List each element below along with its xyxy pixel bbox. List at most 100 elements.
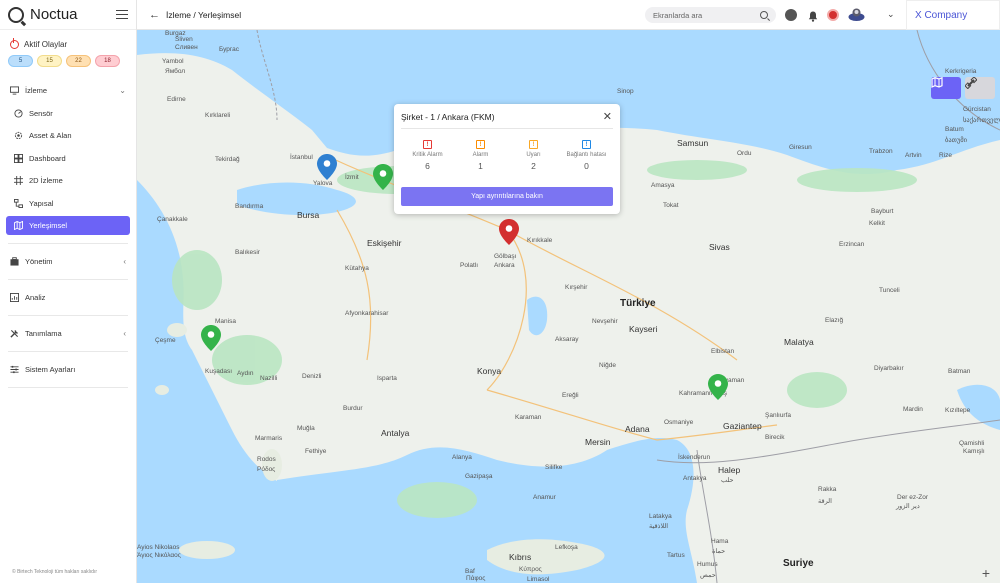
map-label: Trabzon [869, 148, 893, 155]
active-events-header[interactable]: Aktif Olaylar [0, 38, 136, 49]
sidebar-item-label: Yönetim [25, 257, 53, 266]
map-label: Bursa [297, 210, 320, 220]
sidebar-item-sensor[interactable]: Sensör [6, 104, 130, 123]
map-label: Tunceli [879, 287, 900, 294]
map-label: Burdur [343, 405, 363, 412]
map-label: Bayburt [871, 208, 894, 215]
map-label: حماة [712, 548, 726, 555]
bell-icon[interactable] [808, 9, 818, 22]
sidebar-item-yerlesimsel[interactable]: Yerleşimsel [6, 216, 130, 235]
map-label: Lefkoşa [555, 544, 578, 551]
settings-icon [14, 131, 23, 140]
sidebar-item-sistem-ayarlari[interactable]: Sistem Ayarları [6, 360, 130, 379]
zoom-in-icon[interactable]: + [982, 565, 990, 581]
sidebar-item-dashboard[interactable]: Dashboard [6, 149, 130, 168]
map-label: Sinop [617, 88, 634, 95]
map-label: Batum [945, 126, 964, 133]
map-label: اللاذقية [649, 523, 669, 530]
map-label: Edirne [167, 96, 186, 103]
monitor-icon [10, 86, 19, 95]
back-arrow-icon[interactable]: ← [149, 9, 160, 21]
map-label: Ямбол [165, 68, 186, 75]
search-placeholder: Ekranlarda ara [653, 10, 703, 20]
chevron-down-icon[interactable]: ⌄ [887, 9, 895, 20]
map-view-button[interactable] [931, 77, 961, 99]
sidebar-item-yonetim[interactable]: Yönetim ‹ [6, 252, 130, 271]
map-label: Anamur [533, 494, 556, 501]
satellite-view-button[interactable] [965, 77, 995, 99]
alert-status-icon[interactable] [827, 9, 839, 21]
map-label: Çeşme [155, 337, 176, 344]
map-label: Isparta [377, 375, 397, 382]
sidebar-item-label: 2D İzleme [29, 176, 63, 185]
location-pin-kahramanmaras[interactable] [707, 373, 729, 401]
map-label: Polatlı [460, 262, 479, 269]
map-label: Ankara [494, 262, 515, 269]
location-pin-izmit[interactable] [372, 163, 394, 191]
close-icon[interactable]: ✕ [603, 110, 612, 123]
stat-value: 6 [425, 161, 430, 171]
stat-label: Alarm [472, 152, 489, 158]
sidebar-item-2d-izleme[interactable]: 2D İzleme [6, 171, 130, 190]
sidebar-item-label: Sensör [29, 108, 53, 118]
stat-value: 0 [584, 161, 589, 171]
stat-label: Uyarı [526, 152, 541, 158]
map-label: Ereğli [562, 392, 579, 399]
chat-icon[interactable] [785, 9, 797, 21]
sidebar-item-tanimlama[interactable]: Tanımlama ‹ [6, 324, 130, 343]
map-label: Kırıkkale [527, 237, 553, 244]
map-label: Antalya [381, 428, 410, 438]
map-label: Yambol [162, 58, 184, 65]
map-icon [14, 221, 23, 230]
location-pin-ankara[interactable] [498, 218, 520, 246]
badge-critical[interactable]: 18 [95, 55, 120, 67]
badge-connection[interactable]: 5 [8, 55, 33, 67]
alert-icon: ! [423, 140, 432, 149]
badge-warning[interactable]: 15 [37, 55, 62, 67]
avatar[interactable] [848, 7, 865, 22]
stat-alarm: ! Alarm 1 [456, 140, 506, 171]
map-label: Aydın [237, 370, 254, 377]
map-label: Antakya [683, 475, 707, 482]
sidebar-item-asset-alan[interactable]: Asset & Alan [6, 126, 130, 145]
company-selector[interactable]: X Company [906, 0, 1000, 30]
divider [8, 387, 128, 388]
stat-label: Kritik Alarm [412, 152, 443, 158]
sidebar-item-izleme[interactable]: İzleme ⌄ [6, 81, 130, 100]
sidebar-item-yapisal[interactable]: Yapısal [6, 194, 130, 213]
location-pin-manisa[interactable] [200, 324, 222, 352]
sidebar-item-analiz[interactable]: Analiz [6, 288, 130, 307]
view-structure-details-button[interactable]: Yapı ayrıntılarına bakın [401, 187, 613, 206]
map-label: Çanakkale [157, 216, 188, 223]
map-label: Kütahya [345, 265, 369, 272]
menu-toggle-icon[interactable] [116, 10, 128, 19]
map-label: Batman [948, 368, 971, 375]
map-label: Kamışlı [963, 448, 985, 455]
map-label: Tekirdağ [215, 156, 240, 163]
sidebar-item-label: Yapısal [29, 198, 54, 208]
map-label: Rakka [818, 486, 837, 493]
search-icon[interactable] [760, 11, 768, 19]
map-label: Kayseri [629, 324, 658, 334]
map-view[interactable]: Burgaz Бургас Yambol Ямбол Sliven Сливен Edirn… [137, 30, 1000, 583]
map-label: Amasya [651, 182, 675, 189]
map-label: Samsun [677, 138, 709, 148]
map-label: საქართველო [963, 117, 1000, 124]
map-label: Mardin [903, 406, 923, 413]
search-input[interactable]: Ekranlarda ara [645, 7, 776, 23]
map-label: حلب [721, 477, 734, 484]
sidebar-item-label: Sistem Ayarları [25, 365, 76, 374]
site-info-popup: Şirket - 1 / Ankara (FKM) ✕ ! Kritik Ala… [394, 104, 620, 214]
location-pin-istanbul[interactable] [316, 153, 338, 181]
chevron-down-icon: ⌄ [119, 86, 126, 95]
map-label: Tartus [667, 552, 685, 559]
map-label: Ρόδος [257, 466, 276, 473]
divider [8, 279, 128, 280]
map-label: Suriye [783, 558, 814, 569]
sidebar: Noctua Aktif Olaylar 5 15 22 18 İzleme ⌄… [0, 0, 137, 583]
map-label: حمص [700, 572, 716, 579]
badge-alarm[interactable]: 22 [66, 55, 91, 67]
map-label: Kerkrigeria [945, 68, 977, 75]
map-label: Baf [465, 568, 475, 575]
map-label: Sliven [175, 36, 193, 43]
